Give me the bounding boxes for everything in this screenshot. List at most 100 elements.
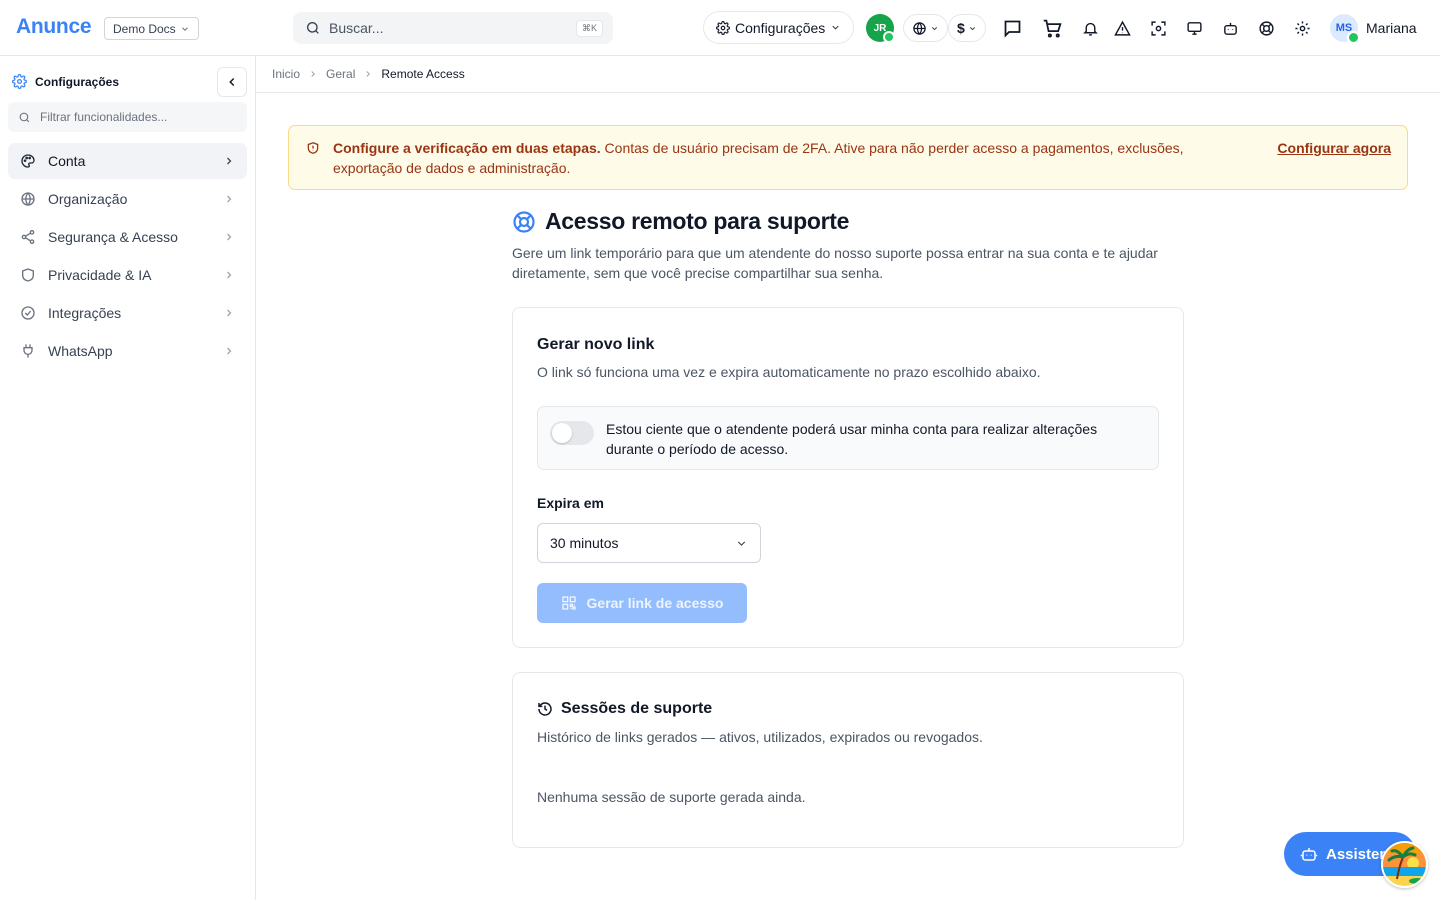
chevron-right-icon — [227, 233, 232, 241]
search-icon — [307, 22, 319, 34]
sidebar-item-label: Integrações — [48, 305, 122, 321]
generate-link-button[interactable]: Gerar link de acesso — [537, 583, 747, 623]
currency-selector[interactable]: $ — [948, 14, 986, 42]
top-bar: Anunce Demo Docs ⌘K Configurações JR $ — [0, 0, 1440, 56]
sidebar-item-seguranca[interactable]: Segurança & Acesso — [8, 219, 247, 255]
generate-link-subtitle: O link só funciona uma vez e expira auto… — [537, 364, 1041, 380]
search-input[interactable] — [329, 20, 576, 36]
consent-text: Estou ciente que o atendente poderá usar… — [606, 421, 1098, 457]
app-logo[interactable]: Anunce — [16, 15, 92, 39]
breadcrumb-current: Remote Access — [381, 67, 465, 81]
alert-text: Configure a verificação em duas etapas. … — [333, 138, 1238, 178]
support-sessions-card: Sessões de suporte Histórico de links ge… — [512, 672, 1184, 848]
chevron-down-icon — [931, 26, 938, 30]
sidebar-collapse-button[interactable] — [217, 67, 247, 97]
scan-button[interactable] — [1147, 17, 1169, 39]
chevron-down-icon — [969, 26, 975, 30]
chevron-right-icon — [227, 347, 232, 355]
sidebar-title: Configurações — [35, 74, 120, 89]
language-selector[interactable] — [903, 14, 948, 42]
sidebar-filter-input[interactable] — [40, 110, 237, 124]
notifications-button[interactable] — [1079, 17, 1101, 39]
support-button[interactable] — [1255, 17, 1277, 39]
bell-icon — [1082, 22, 1098, 36]
beach-avatar[interactable] — [1381, 841, 1428, 888]
sidebar-item-label: WhatsApp — [48, 343, 113, 359]
expires-label: Expira em — [537, 495, 604, 511]
sidebar-item-privacidade[interactable]: Privacidade & IA — [8, 257, 247, 293]
share-icon — [21, 230, 35, 244]
consent-box: Estou ciente que o atendente poderá usar… — [537, 406, 1159, 470]
chevron-right-icon — [227, 309, 232, 317]
two-factor-alert: Configure a verificação em duas etapas. … — [288, 125, 1408, 190]
chevron-left-icon — [229, 77, 235, 87]
sidebar-item-whatsapp[interactable]: WhatsApp — [8, 333, 247, 369]
lifebuoy-icon — [513, 210, 535, 233]
org-selector-label: Demo Docs — [113, 21, 176, 36]
gear-icon — [12, 74, 27, 89]
sidebar-header: Configurações — [12, 74, 119, 89]
search-shortcut-badge: ⌘K — [575, 19, 603, 37]
shield-icon — [22, 268, 34, 282]
display-button[interactable] — [1183, 17, 1205, 39]
breadcrumb: Inicio Geral Remote Access — [256, 56, 1440, 93]
alerts-button[interactable] — [1111, 17, 1133, 39]
bot-icon — [1300, 848, 1318, 861]
chevron-down-icon — [181, 26, 188, 31]
sessions-empty-state: Nenhuma sessão de suporte gerada ainda. — [537, 789, 806, 805]
settings-menu-label: Configurações — [735, 19, 826, 36]
gear-icon — [716, 20, 730, 35]
settings-button[interactable] — [1291, 17, 1313, 39]
sidebar-item-label: Segurança & Acesso — [48, 229, 178, 245]
sidebar-item-integracoes[interactable]: Integrações — [8, 295, 247, 331]
generate-link-button-label: Gerar link de acesso — [586, 595, 724, 611]
search-icon — [19, 112, 30, 122]
settings-menu-button[interactable]: Configurações — [703, 11, 855, 44]
bot-icon — [1223, 22, 1237, 35]
chevron-right-icon — [366, 71, 371, 77]
sidebar-item-organizacao[interactable]: Organização — [8, 181, 247, 217]
breadcrumb-link[interactable]: Inicio — [272, 67, 300, 81]
cart-icon — [1043, 19, 1062, 38]
plug-icon — [23, 344, 33, 358]
currency-symbol: $ — [957, 20, 965, 36]
configure-2fa-link[interactable]: Configurar agora — [1277, 138, 1391, 158]
org-avatar[interactable]: JR — [866, 14, 895, 43]
messages-button[interactable] — [1001, 17, 1023, 39]
gear-icon — [1294, 20, 1310, 36]
sidebar-item-label: Privacidade & IA — [48, 267, 152, 283]
shield-alert-icon — [307, 142, 319, 154]
chevron-down-icon — [832, 25, 839, 30]
expires-select-value: 30 minutos — [550, 535, 619, 551]
consent-toggle[interactable] — [550, 421, 594, 445]
qr-code-icon — [561, 596, 576, 610]
expires-select[interactable]: 30 minutos — [537, 523, 761, 563]
generate-link-title: Gerar novo link — [537, 336, 655, 353]
sidebar-filter[interactable] — [8, 102, 247, 132]
org-selector[interactable]: Demo Docs — [104, 17, 199, 40]
cart-button[interactable] — [1041, 17, 1063, 39]
user-avatar: MS — [1330, 14, 1360, 44]
chat-icon — [1004, 20, 1020, 38]
page-title: Acesso remoto para suporte — [512, 208, 849, 235]
sidebar-item-conta[interactable]: Conta — [8, 143, 247, 179]
lifebuoy-icon — [1258, 20, 1274, 36]
focus-icon — [1150, 20, 1166, 36]
palette-icon — [21, 154, 35, 168]
bot-button[interactable] — [1219, 17, 1241, 39]
breadcrumb-link[interactable]: Geral — [326, 67, 355, 81]
user-menu[interactable]: MS Mariana — [1330, 14, 1417, 44]
check-circle-icon — [21, 306, 35, 320]
global-search[interactable]: ⌘K — [293, 12, 613, 44]
chevron-down-icon — [737, 540, 746, 546]
history-icon — [538, 702, 552, 716]
sessions-title: Sessões de suporte — [537, 700, 712, 718]
alert-title: Configure a verificação em duas etapas. — [333, 140, 601, 156]
sidebar-item-label: Organização — [48, 191, 128, 207]
sidebar-item-label: Conta — [48, 153, 86, 169]
chevron-right-icon — [227, 195, 232, 203]
generate-link-card: Gerar novo link O link só funciona uma v… — [512, 307, 1184, 648]
chevron-right-icon — [227, 271, 232, 279]
sessions-subtitle: Histórico de links gerados — ativos, uti… — [537, 729, 983, 745]
page-title-text: Acesso remoto para suporte — [545, 208, 850, 234]
